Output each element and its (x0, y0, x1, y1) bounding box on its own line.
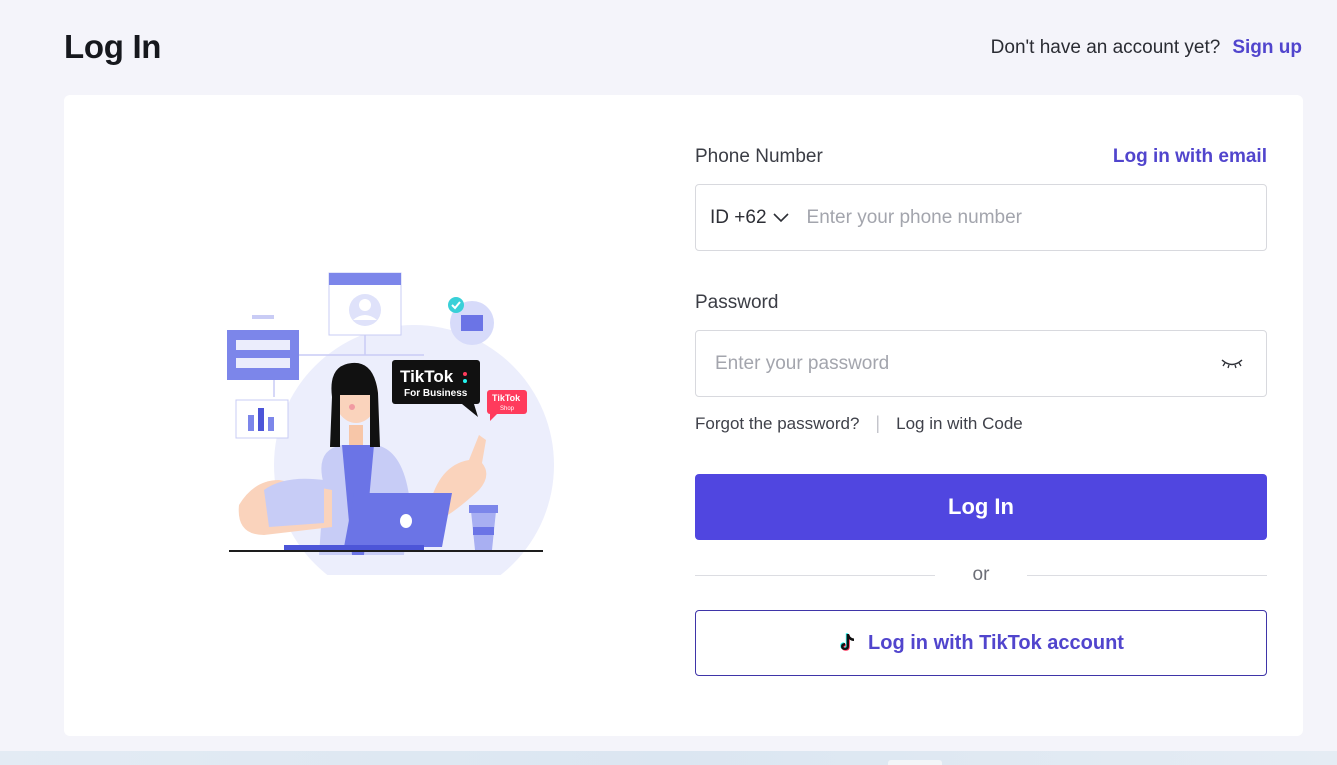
login-button[interactable]: Log In (695, 474, 1267, 540)
forgot-password-link[interactable]: Forgot the password? (695, 414, 859, 434)
country-code-value: ID +62 (710, 206, 767, 228)
business-illustration: TikTok For Business TikTok Shop (227, 272, 554, 575)
signup-prompt: Don't have an account yet? Sign up (991, 37, 1302, 59)
password-field (695, 330, 1267, 397)
svg-text:Shop: Shop (500, 406, 515, 412)
phone-field-header: Phone Number Log in with email (695, 145, 1267, 169)
check-icon (448, 297, 464, 313)
auxiliary-links: Forgot the password? | Log in with Code (695, 413, 1267, 434)
login-with-email-link[interactable]: Log in with email (1113, 146, 1267, 168)
divider-line-left (695, 574, 935, 576)
password-input[interactable] (715, 352, 1220, 375)
bottom-tab (888, 760, 942, 765)
phone-label: Phone Number (695, 146, 823, 167)
tiktok-login-button[interactable]: Log in with TikTok account (695, 610, 1267, 676)
chevron-down-icon (772, 212, 789, 222)
no-account-text: Don't have an account yet? (990, 37, 1221, 58)
password-block: Password (695, 291, 1267, 397)
bottom-strip (0, 751, 1337, 765)
phone-field: ID +62 (695, 184, 1267, 251)
svg-text:TikTok: TikTok (492, 393, 521, 403)
phone-input[interactable] (806, 206, 1252, 229)
signup-link[interactable]: Sign up (1232, 37, 1302, 59)
svg-text:For Business: For Business (404, 388, 468, 399)
login-with-code-link[interactable]: Log in with Code (896, 414, 1023, 434)
country-code-select[interactable]: ID +62 (710, 207, 807, 229)
or-divider: or (695, 564, 1267, 586)
or-text: or (972, 564, 990, 585)
svg-text:TikTok: TikTok (400, 367, 454, 386)
link-separator: | (875, 413, 881, 433)
password-field-header: Password (695, 291, 1267, 315)
login-card: TikTok For Business TikTok Shop Phone Nu… (64, 95, 1303, 736)
server-illustration (227, 330, 299, 380)
login-form: Phone Number Log in with email ID +62 Pa… (695, 145, 1267, 676)
tiktok-login-label: Log in with TikTok account (868, 631, 1124, 654)
eye-closed-icon[interactable] (1220, 357, 1244, 371)
page-title: Log In (64, 28, 162, 65)
password-label: Password (695, 292, 779, 313)
tiktok-icon (840, 633, 855, 651)
divider-line-right (1027, 574, 1267, 576)
